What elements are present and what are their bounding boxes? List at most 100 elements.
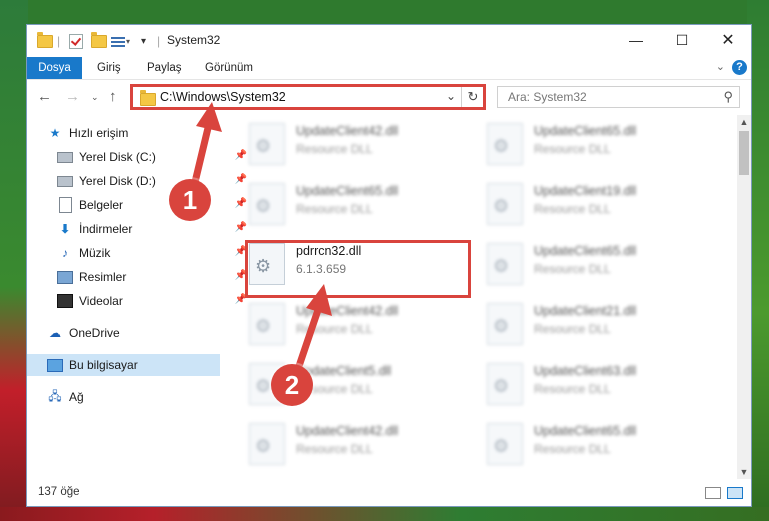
status-bar: 137 öğe [27,479,751,506]
details-view-icon[interactable] [705,487,721,499]
separator: | [57,34,61,48]
view-options-icon[interactable]: ▾ [111,33,130,49]
back-button[interactable]: ← [37,88,52,105]
scroll-down-arrow-icon[interactable]: ▼ [737,465,751,479]
vertical-scrollbar[interactable]: ▲ ▼ [737,115,751,479]
file-description: Resource DLL [296,142,373,156]
file-description: Resource DLL [534,142,611,156]
dll-file-icon [249,183,285,225]
close-button[interactable]: ✕ [705,25,751,55]
file-item[interactable]: UpdateClient42.dll Resource DLL [222,417,442,473]
sidebar-item-label: Videolar [79,294,123,308]
sidebar-item-network[interactable]: 🖧 Ağ [27,386,241,408]
window-title: System32 [167,33,221,47]
ribbon-tabs: Dosya Giriş Paylaş Görünüm ⌄ ? [27,57,751,113]
dll-file-icon [249,423,285,465]
title-bar: | ▾ ▾ | System32 — ☐ ✕ [27,25,751,57]
file-item[interactable]: UpdateClient42.dll Resource DLL [222,117,442,173]
recent-locations-button[interactable]: ⌄ [91,92,99,103]
file-description: Resource DLL [534,322,611,336]
sidebar-item-label: Bu bilgisayar [69,358,138,372]
file-item[interactable]: UpdateClient65.dll Resource DLL [460,417,680,473]
dll-file-icon [487,363,523,405]
sidebar-item-label: Hızlı erişim [69,126,129,140]
chevron-down-icon[interactable]: ⌄ [716,60,725,73]
minimize-button[interactable]: — [613,25,659,55]
sidebar-item-downloads[interactable]: ⬇ İndirmeler 📌 [27,218,251,240]
file-name: UpdateClient65.dll [296,184,399,198]
file-description: Resource DLL [534,442,611,456]
search-placeholder: Ara: System32 [508,90,587,104]
file-name: UpdateClient63.dll [534,364,637,378]
sidebar-item-onedrive[interactable]: ☁ OneDrive [27,322,241,344]
sidebar-item-label: İndirmeler [79,222,133,236]
file-description: Resource DLL [534,202,611,216]
sidebar-item-label: Belgeler [79,198,124,212]
sidebar-item-label: Müzik [79,246,111,260]
separator: | [157,34,161,48]
star-icon: ★ [49,126,61,140]
desktop-background-bottom [0,507,769,521]
help-icon[interactable]: ? [732,60,747,75]
up-button[interactable]: ↑ [109,88,117,105]
search-input[interactable]: Ara: System32 ⚲ [497,86,740,108]
forward-button[interactable]: → [65,88,80,105]
network-icon: 🖧 [48,388,62,403]
file-name: UpdateClient42.dll [296,424,399,438]
file-item[interactable]: UpdateClient19.dll Resource DLL [460,177,680,233]
drive-icon [57,174,73,188]
dll-file-icon [487,123,523,165]
tab-home[interactable]: Giriş [87,57,131,79]
desktop-background-left [0,0,28,521]
sidebar-item-music[interactable]: ♪ Müzik 📌 [27,242,251,264]
file-name: UpdateClient65.dll [534,424,637,438]
file-description: Resource DLL [296,442,373,456]
sidebar-item-pictures[interactable]: Resimler 📌 [27,266,251,288]
videos-icon [57,294,73,308]
file-name: UpdateClient19.dll [534,184,637,198]
scroll-up-arrow-icon[interactable]: ▲ [737,115,751,129]
documents-icon [57,197,73,213]
callout-badge-1: 1 [169,179,211,221]
sidebar-item-label: Ağ [69,390,84,404]
sidebar-item-label: Yerel Disk (D:) [79,174,156,188]
dll-file-icon [487,423,523,465]
music-icon: ♪ [62,246,68,260]
cloud-icon: ☁ [49,326,61,340]
sidebar-item-label: Yerel Disk (C:) [79,150,156,164]
file-item[interactable]: UpdateClient21.dll Resource DLL [460,297,680,353]
sidebar-item-videos[interactable]: Videolar 📌 [27,290,251,312]
new-folder-icon[interactable] [91,31,107,49]
file-item[interactable]: UpdateClient65.dll Resource DLL [460,117,680,173]
tab-share[interactable]: Paylaş [137,57,192,79]
file-name: UpdateClient65.dll [534,244,637,258]
file-item[interactable]: UpdateClient63.dll Resource DLL [460,357,680,413]
scroll-thumb[interactable] [739,131,749,175]
tab-view[interactable]: Görünüm [195,57,263,79]
download-icon: ⬇ [59,222,71,236]
file-name: UpdateClient21.dll [534,304,637,318]
dll-file-icon [249,123,285,165]
file-description: Resource DLL [534,262,611,276]
pictures-icon [57,270,73,284]
sidebar-item-this-pc[interactable]: Bu bilgisayar [27,354,220,376]
properties-check-icon[interactable] [69,33,83,49]
folder-icon[interactable] [37,31,53,49]
drive-icon [57,150,73,164]
sidebar-item-label: OneDrive [69,326,120,340]
file-name: UpdateClient65.dll [534,124,637,138]
customize-toolbar-icon[interactable]: ▾ [141,33,146,49]
large-icons-view-icon[interactable] [727,487,743,499]
maximize-button[interactable]: ☐ [659,25,705,55]
file-item[interactable]: UpdateClient65.dll Resource DLL [222,177,442,233]
callout-badge-2: 2 [271,364,313,406]
file-item[interactable]: UpdateClient65.dll Resource DLL [460,237,680,293]
computer-icon [47,358,63,372]
dll-file-icon [487,183,523,225]
sidebar-item-label: Resimler [79,270,127,284]
file-description: Resource DLL [534,382,611,396]
navigation-bar: ← → ⌄ ↑ C:\Windows\System32 ⌄ ↻ Ara: Sys… [27,79,751,116]
file-name: UpdateClient42.dll [296,124,399,138]
item-count: 137 öğe [38,486,80,498]
file-description: Resource DLL [296,202,373,216]
